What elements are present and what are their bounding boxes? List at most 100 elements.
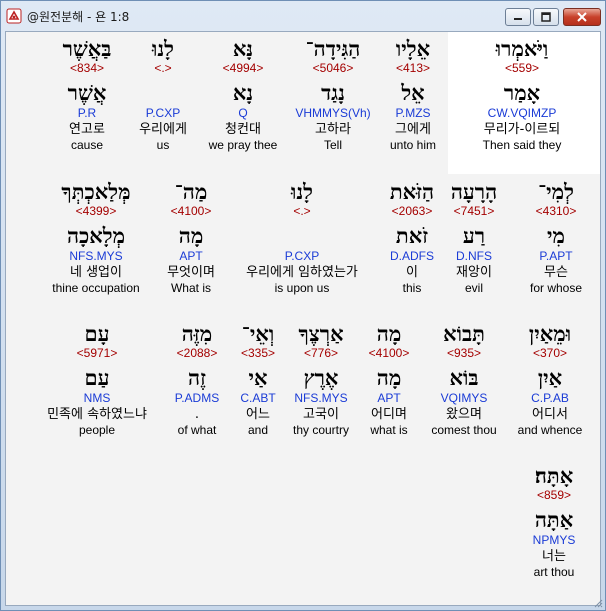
hebrew-word: אַרְצֶךָ bbox=[298, 321, 344, 346]
hebrew-word: לָנוּ bbox=[151, 36, 175, 61]
hebrew-word: מָה bbox=[376, 321, 402, 346]
parse-code: C.ABT bbox=[240, 391, 276, 405]
word-column[interactable]: מַה־ <4100> מָה APT 무엇이며 What is bbox=[156, 179, 226, 296]
strong-number: <2088> bbox=[176, 346, 218, 360]
word-column[interactable]: הָרָעָה <7451> רַע D.NFS 재앙이 evil bbox=[438, 180, 510, 296]
parse-code: VHMMYS(Vh) bbox=[295, 106, 371, 120]
korean-gloss: 너는 bbox=[542, 549, 566, 564]
title-bar[interactable]: @원전분해 - 욘 1:8 bbox=[1, 1, 605, 31]
hebrew-word: בַּאֲשֶׁר bbox=[62, 36, 112, 61]
english-gloss: of what bbox=[177, 423, 217, 437]
hebrew-lemma: נָא bbox=[232, 80, 254, 105]
word-column[interactable]: מְּלַאכְתְּךָ <4399> מְלָאכָה NFS.MYS 네 … bbox=[44, 179, 148, 296]
korean-gloss: . bbox=[194, 407, 200, 422]
parse-code: Q bbox=[238, 106, 248, 120]
word-column[interactable]: אֵלָיו <413> אֵל P.MZS 그에게 unto him bbox=[378, 37, 448, 153]
hebrew-word: תָּבוֹא bbox=[443, 321, 485, 346]
app-icon[interactable] bbox=[6, 8, 22, 24]
hebrew-lemma: נָגַד bbox=[321, 80, 345, 105]
korean-gloss: 고국이 bbox=[303, 407, 339, 422]
word-column[interactable]: הַזֹּאת <2063> זֹאת D.ADFS 이 this bbox=[376, 179, 448, 296]
hebrew-word: וַיֹּאמְרוּ bbox=[495, 36, 549, 61]
parse-code: NFS.MYS bbox=[294, 391, 348, 405]
word-column[interactable]: אַרְצֶךָ <776> אֶרֶץ NFS.MYS 고국이 thy cou… bbox=[286, 321, 356, 438]
word-column[interactable]: עָם <5971> עַם NMS 민족에 속하였느냐 people bbox=[24, 321, 170, 438]
parse-code: P.MZS bbox=[395, 106, 431, 120]
english-gloss: and whence bbox=[517, 423, 583, 437]
hebrew-lemma: מָה bbox=[376, 365, 402, 390]
hebrew-lemma: אֵל bbox=[401, 80, 425, 105]
word-column[interactable]: לְמִי־ <4310> מִי P.APT 무슨 for whose bbox=[516, 180, 596, 296]
korean-gloss: 무슨 bbox=[544, 265, 568, 280]
word-column[interactable]: נָּא <4994> נָא Q 청컨대 we pray thee bbox=[198, 36, 288, 153]
parse-code: P.R bbox=[77, 106, 97, 120]
strong-number: <5971> bbox=[76, 346, 118, 360]
english-gloss: art thou bbox=[533, 565, 575, 579]
word-column[interactable]: לָנוּ <.> P.CXP 우리에게 임하였는가 is upon us bbox=[230, 180, 374, 296]
word-column[interactable]: מָה <4100> מָה APT 어디며 what is bbox=[358, 321, 420, 438]
parse-code: P.APT bbox=[539, 249, 573, 263]
korean-gloss: 어느 bbox=[246, 407, 270, 422]
english-gloss: Tell bbox=[323, 138, 342, 152]
parse-code: P.ADMS bbox=[174, 391, 220, 405]
resize-grip-icon[interactable] bbox=[593, 598, 603, 608]
korean-gloss: 그에게 bbox=[395, 122, 431, 137]
maximize-icon bbox=[541, 12, 551, 22]
strong-number: <4399> bbox=[75, 204, 117, 218]
strong-number: <2063> bbox=[391, 204, 433, 218]
minimize-icon bbox=[514, 18, 522, 20]
hebrew-lemma: זֹאת bbox=[395, 223, 429, 248]
close-icon bbox=[577, 12, 587, 22]
hebrew-lemma bbox=[128, 81, 198, 106]
english-gloss: cause bbox=[70, 138, 104, 152]
hebrew-word: מַה־ bbox=[174, 179, 208, 204]
word-column[interactable]: לָנוּ <.> P.CXP 우리에게 us bbox=[128, 36, 198, 153]
hebrew-word: וְאֵי־ bbox=[241, 321, 275, 346]
word-column[interactable]: וַיֹּאמְרוּ <559> אָמַר CW.VQIMZP 무리가-이르… bbox=[458, 36, 586, 153]
strong-number: <335> bbox=[240, 346, 276, 360]
analysis-panel[interactable]: וַיֹּאמְרוּ <559> אָמַר CW.VQIMZP 무리가-이르… bbox=[5, 31, 601, 606]
word-column[interactable]: אָתָּה׃ <859> אַתָּה NPMYS 너는 art thou bbox=[512, 464, 596, 580]
hebrew-word: הַגִּידָה־ bbox=[305, 36, 361, 61]
hebrew-word: וּמֵאַיִן bbox=[528, 321, 572, 346]
english-gloss: what is bbox=[370, 423, 408, 437]
word-column[interactable]: תָּבוֹא <935> בּוֹא VQIMYS 왔으며 comest th… bbox=[424, 321, 504, 438]
english-gloss: evil bbox=[464, 281, 483, 295]
english-gloss: for whose bbox=[529, 281, 583, 295]
hebrew-lemma bbox=[230, 224, 374, 249]
hebrew-word: נָּא bbox=[232, 36, 254, 61]
hebrew-lemma: אַיִן bbox=[537, 365, 563, 390]
hebrew-lemma: עַם bbox=[84, 365, 110, 390]
korean-gloss: 무리가-이르되 bbox=[483, 122, 561, 137]
english-gloss: we pray thee bbox=[208, 138, 278, 152]
hebrew-word: הַזֹּאת bbox=[389, 179, 435, 204]
hebrew-lemma: אֲשֶׁר bbox=[67, 80, 107, 105]
word-column[interactable]: מִזֶּה <2088> זֶה P.ADMS . of what bbox=[164, 322, 230, 438]
hebrew-word: עָם bbox=[84, 321, 110, 346]
korean-gloss: 재앙이 bbox=[456, 265, 492, 280]
word-column[interactable]: וְאֵי־ <335> אַי C.ABT 어느 and bbox=[230, 321, 286, 438]
close-button[interactable] bbox=[563, 8, 601, 26]
strong-number: <4310> bbox=[535, 204, 577, 218]
strong-number: <559> bbox=[504, 61, 540, 75]
hebrew-word: מְּלַאכְתְּךָ bbox=[61, 179, 131, 204]
parse-code: P.CXP bbox=[284, 249, 320, 263]
english-gloss: and bbox=[247, 423, 269, 437]
maximize-button[interactable] bbox=[533, 8, 559, 26]
hebrew-lemma: אָמַר bbox=[503, 80, 541, 105]
minimize-button[interactable] bbox=[505, 8, 531, 26]
parse-code: CW.VQIMZP bbox=[487, 106, 557, 120]
korean-gloss: 고하라 bbox=[315, 122, 351, 137]
korean-gloss: 연고로 bbox=[69, 122, 105, 137]
strong-number: <413> bbox=[395, 61, 431, 75]
word-column[interactable]: וּמֵאַיִן <370> אַיִן C.P.AB 어디서 and whe… bbox=[512, 321, 588, 438]
word-column[interactable]: בַּאֲשֶׁר <834> אֲשֶׁר P.R 연고로 cause bbox=[52, 36, 122, 153]
korean-gloss: 네 생업이 bbox=[70, 265, 122, 280]
hebrew-lemma: רַע bbox=[462, 223, 486, 248]
parse-code: D.NFS bbox=[456, 249, 492, 263]
strong-number: <370> bbox=[532, 346, 568, 360]
english-gloss: is upon us bbox=[274, 281, 330, 295]
strong-number: <834> bbox=[69, 61, 105, 75]
word-column[interactable]: הַגִּידָה־ <5046> נָגַד VHMMYS(Vh) 고하라 T… bbox=[288, 36, 378, 153]
hebrew-lemma: זֶה bbox=[188, 365, 206, 390]
